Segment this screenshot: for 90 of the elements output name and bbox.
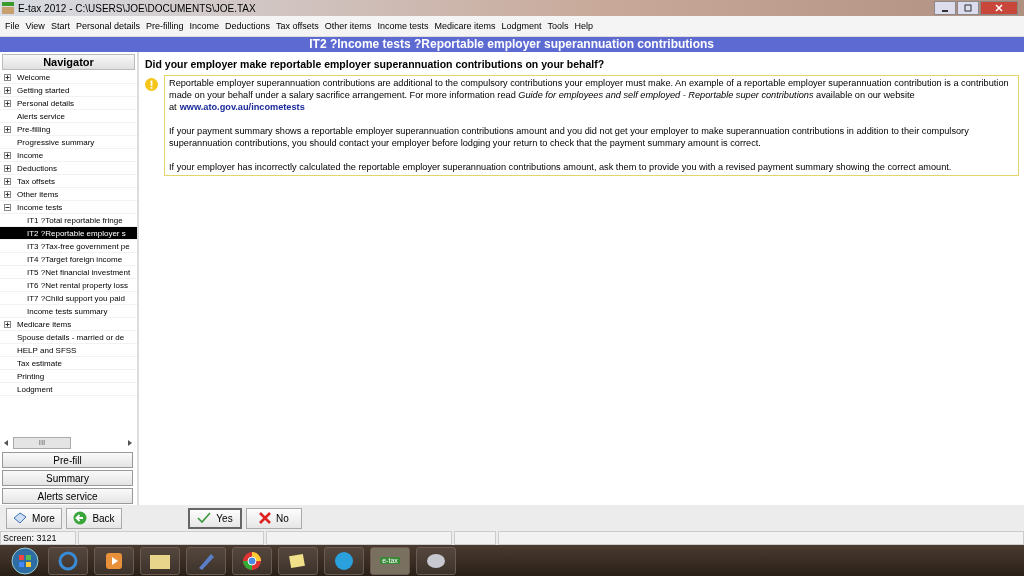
notes-icon bbox=[288, 551, 308, 570]
expand-icon[interactable] bbox=[4, 99, 11, 107]
close-button[interactable] bbox=[980, 1, 1018, 15]
menu-item[interactable]: Income bbox=[189, 21, 219, 31]
taskbar-button[interactable] bbox=[278, 546, 318, 575]
tree-item[interactable]: Welcome bbox=[17, 72, 51, 82]
expand-icon[interactable] bbox=[4, 151, 11, 159]
checkmark-icon bbox=[197, 512, 212, 524]
browser-icon bbox=[242, 550, 262, 571]
menu-item[interactable]: Income tests bbox=[377, 21, 429, 31]
info-paragraph: Reportable employer superannuation contributions are additional to the compulsory contributions your employer must make. An example of a reportable employer superannuation contribution is a contribution made on your behalf under a salary sacrifice arrangement. For more information read Guide for employees and self employed - Reportable super contributions available on our website at www.ato.gov.au/incometests bbox=[169, 77, 1010, 113]
tree-item[interactable]: Income tests summary bbox=[0, 305, 137, 318]
taskbar-button[interactable] bbox=[324, 546, 364, 575]
tree-item[interactable]: IT5 ?Net financial investment bbox=[0, 266, 137, 279]
action-button[interactable]: Back bbox=[66, 507, 122, 529]
minimize-button[interactable] bbox=[934, 1, 956, 15]
chat-icon bbox=[334, 550, 354, 571]
expand-icon[interactable] bbox=[4, 177, 11, 185]
expand-icon[interactable] bbox=[4, 73, 11, 81]
menu-item[interactable]: View bbox=[25, 21, 45, 31]
question-text: Did your employer make reportable employer superannuation contributions on your behalf? bbox=[145, 58, 606, 70]
menu-item[interactable]: Lodgment bbox=[501, 21, 542, 31]
navigator-button[interactable]: Summary bbox=[2, 470, 133, 486]
taskbar-button[interactable] bbox=[416, 546, 456, 575]
tree-item[interactable]: IT3 ?Tax-free government pe bbox=[0, 240, 137, 253]
cross-icon bbox=[259, 512, 272, 524]
tree-item[interactable]: Deductions bbox=[17, 163, 58, 173]
expand-icon[interactable] bbox=[4, 125, 11, 133]
back-arrow-icon bbox=[73, 511, 88, 525]
expand-icon[interactable] bbox=[4, 164, 11, 172]
horizontal-scrollbar[interactable]: III bbox=[0, 437, 137, 449]
taskbar-button[interactable] bbox=[94, 546, 134, 575]
tree-item[interactable]: Personal details bbox=[17, 98, 74, 108]
menu-item[interactable]: Start bbox=[50, 21, 70, 31]
tree-item[interactable]: Other items bbox=[17, 189, 59, 199]
taskbar-button[interactable] bbox=[140, 546, 180, 575]
menu-item[interactable]: Other items bbox=[324, 21, 372, 31]
app-icon bbox=[2, 2, 14, 14]
menu-item[interactable]: Tools bbox=[547, 21, 569, 31]
tree-item[interactable]: IT4 ?Target foreign income bbox=[0, 253, 137, 266]
menu-item[interactable]: Deductions bbox=[224, 21, 270, 31]
tree-item[interactable]: Progressive summary bbox=[17, 137, 95, 147]
info-paragraph: If your payment summary shows a reportable employer superannuation contributions amount and you did not get your employer to make superannuation contributions in addition to their compulsory superannuation contributions, you should contact your employer before lodging your return to check that the payment summary amount is correct. bbox=[169, 125, 970, 149]
warning-icon bbox=[145, 78, 158, 91]
tree-item[interactable]: Printing bbox=[17, 371, 45, 381]
close-icon bbox=[995, 4, 1003, 12]
tree-item[interactable]: Income bbox=[17, 150, 44, 160]
navigator-button[interactable]: Pre-fill bbox=[2, 452, 133, 468]
navigator-title: Navigator bbox=[2, 54, 135, 70]
scroll-left-icon[interactable] bbox=[4, 440, 9, 446]
action-button[interactable]: Yes bbox=[188, 507, 242, 529]
status-text: Screen: 3121 bbox=[0, 531, 76, 545]
menu-item[interactable]: Personal details bbox=[75, 21, 140, 31]
scrollbar-thumb[interactable]: III bbox=[13, 437, 71, 449]
tree-item[interactable]: IT7 ?Child support you paid bbox=[0, 292, 137, 305]
scroll-right-icon[interactable] bbox=[128, 440, 133, 446]
maximize-icon bbox=[964, 4, 972, 12]
taskbar-button[interactable] bbox=[232, 546, 272, 575]
info-paragraph: If your employer has incorrectly calculated the reportable employer superannuation contributions amount, ask them to provide you with a revised payment summary showing the correct amount. bbox=[169, 161, 953, 173]
window-title: E-tax 2012 - C:\USERS\JOE\DOCUMENTS\JOE.TAX bbox=[18, 2, 257, 14]
action-button[interactable]: More bbox=[6, 507, 62, 529]
tree-item[interactable]: Lodgment bbox=[17, 384, 53, 394]
navigator-button[interactable]: Alerts service bbox=[2, 488, 133, 504]
action-button[interactable]: No bbox=[246, 507, 302, 529]
tree-item[interactable]: Alerts service bbox=[17, 111, 65, 121]
tree-item[interactable]: Tax offsets bbox=[17, 176, 56, 186]
tree-item[interactable]: IT2 ?Reportable employer s bbox=[0, 227, 137, 240]
tree-item[interactable]: Getting started bbox=[17, 85, 70, 95]
menu-item[interactable]: Medicare items bbox=[434, 21, 496, 31]
expand-icon[interactable] bbox=[4, 86, 11, 94]
collapse-icon[interactable] bbox=[4, 203, 11, 211]
tree-item[interactable]: IT6 ?Net rental property loss bbox=[0, 279, 137, 292]
tree-item[interactable]: Income tests bbox=[17, 202, 63, 212]
book-icon bbox=[13, 512, 28, 524]
tree-item[interactable]: HELP and SFSS bbox=[17, 345, 77, 355]
menu-item[interactable]: Help bbox=[574, 21, 593, 31]
expand-icon[interactable] bbox=[4, 320, 11, 328]
menu-item[interactable]: Pre-filling bbox=[145, 21, 184, 31]
palette-icon bbox=[426, 551, 446, 570]
website-link[interactable]: www.ato.gov.au/incometests bbox=[179, 102, 305, 112]
play-icon bbox=[104, 550, 124, 571]
page-header: IT2 ?Income tests ?Reportable employer superannuation contributions bbox=[0, 37, 1024, 52]
start-button[interactable] bbox=[8, 546, 42, 575]
tree-item[interactable]: Medicare items bbox=[17, 319, 72, 329]
tree-item[interactable]: Pre-filling bbox=[17, 124, 51, 134]
expand-icon[interactable] bbox=[4, 190, 11, 198]
tree-item[interactable]: Spouse details - married or de bbox=[17, 332, 125, 342]
menu-item[interactable]: File bbox=[5, 21, 20, 31]
tree-item[interactable]: Tax estimate bbox=[17, 358, 62, 368]
menu-item[interactable]: Tax offsets bbox=[276, 21, 319, 31]
